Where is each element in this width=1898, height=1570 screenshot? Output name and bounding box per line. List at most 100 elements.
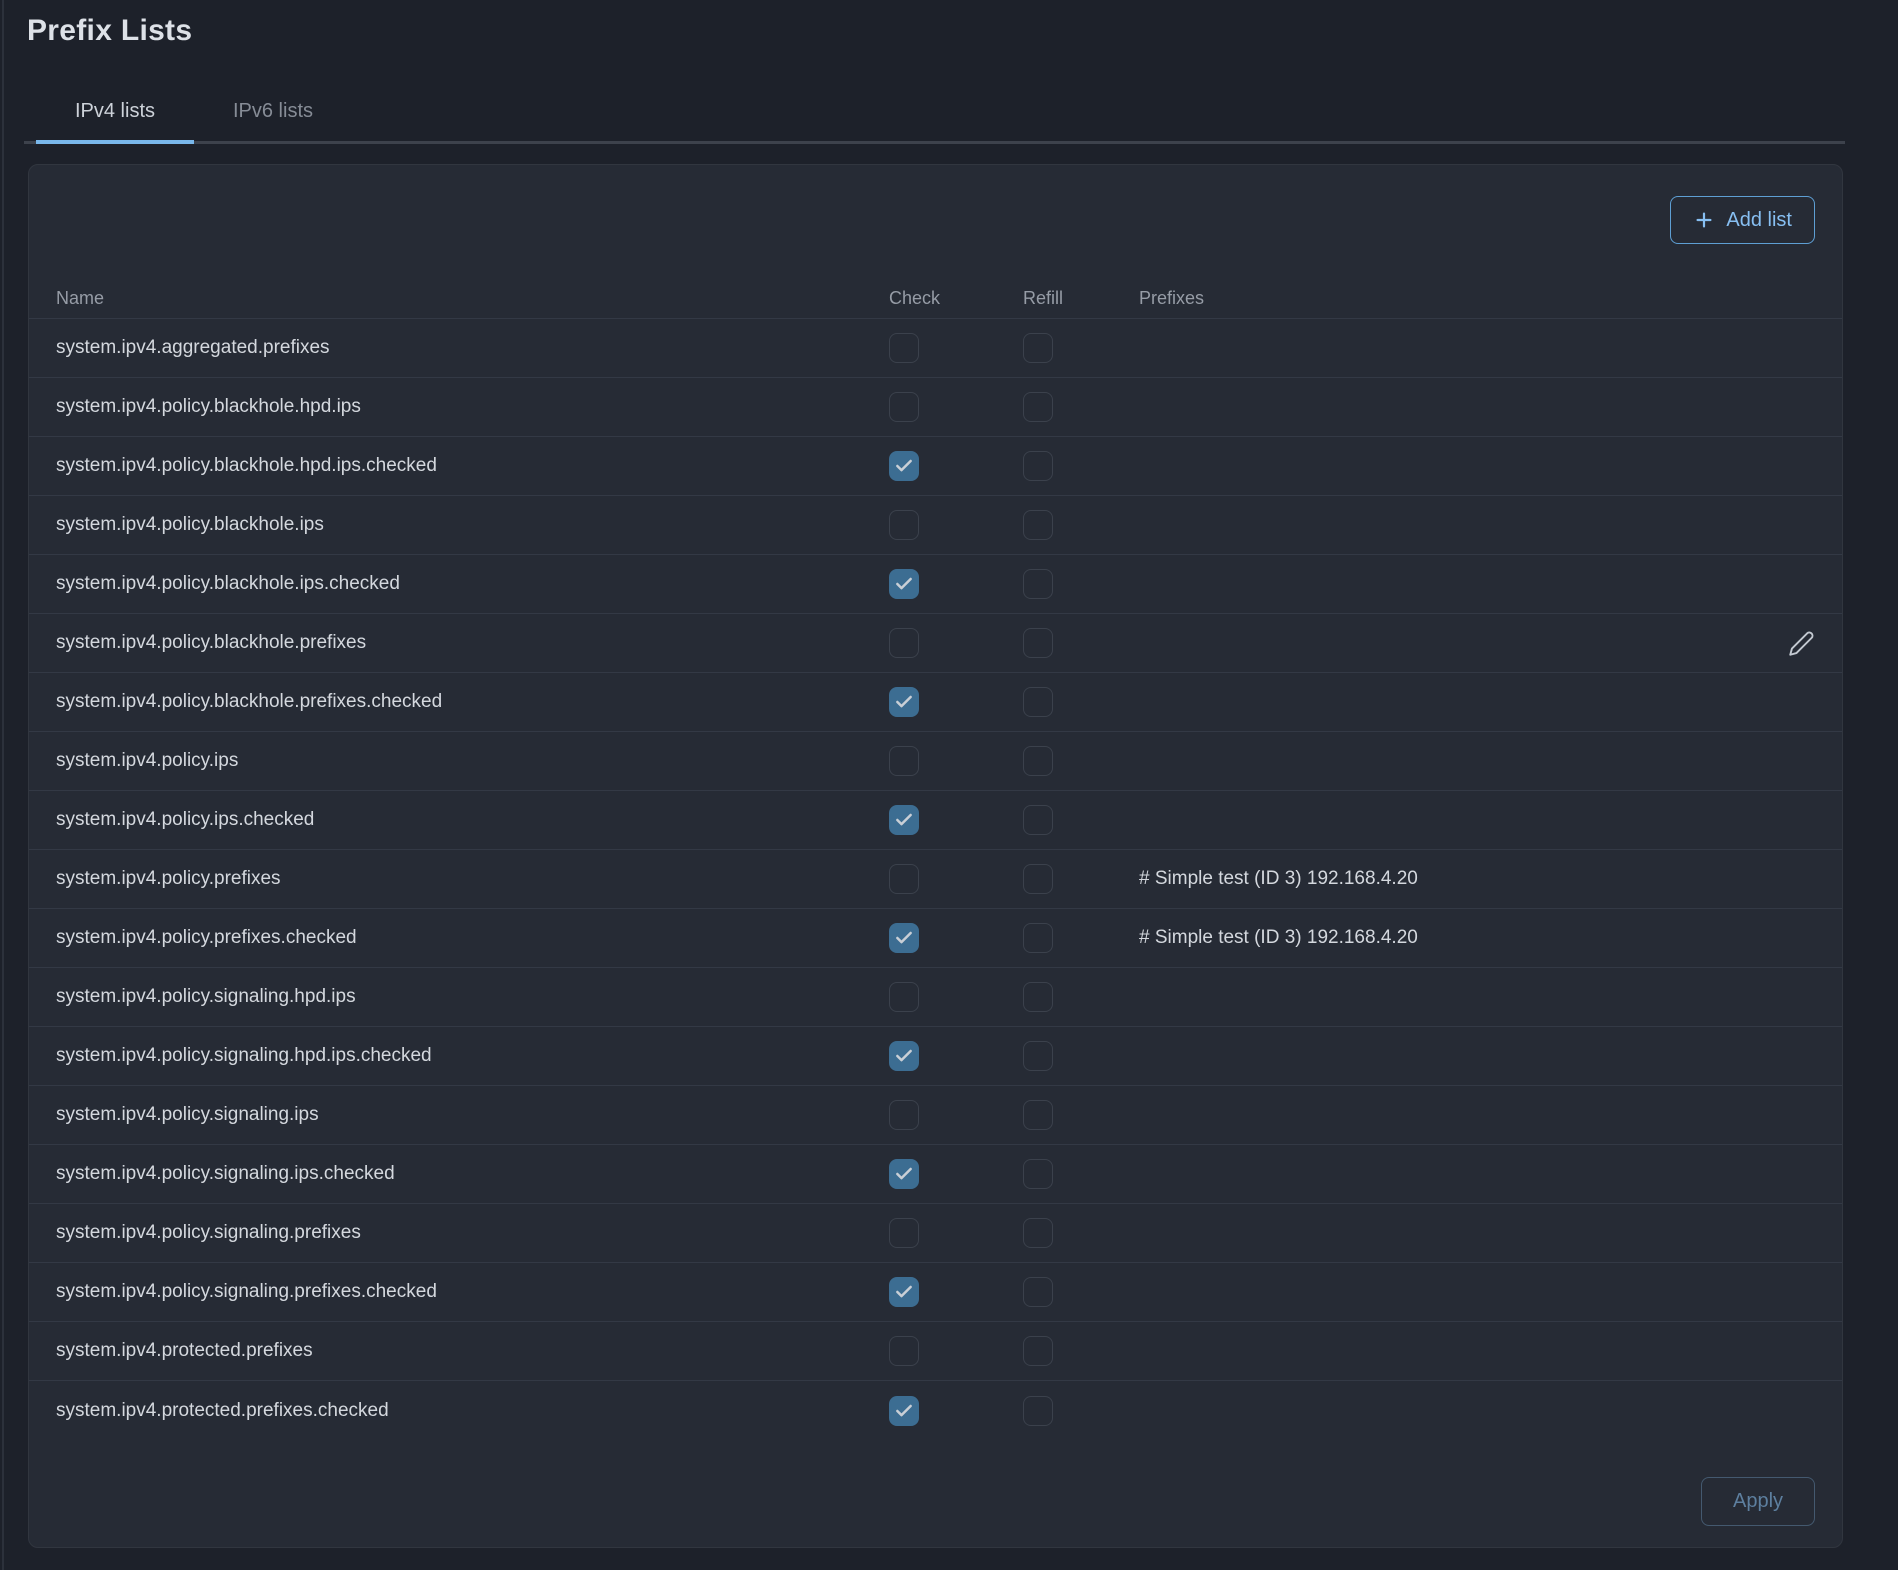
tab-ipv4-lists[interactable]: IPv4 lists — [36, 96, 194, 126]
refill-checkbox[interactable] — [1023, 923, 1053, 953]
check-checkbox[interactable] — [889, 687, 919, 717]
prefix-list-name: system.ipv4.policy.signaling.hpd.ips.che… — [56, 1045, 889, 1067]
table-row: system.ipv4.policy.blackhole.ips.checked — [29, 555, 1842, 614]
prefix-list-name: system.ipv4.policy.signaling.hpd.ips — [56, 986, 889, 1008]
table-row: system.ipv4.protected.prefixes.checked — [29, 1381, 1842, 1440]
refill-checkbox[interactable] — [1023, 687, 1053, 717]
refill-checkbox[interactable] — [1023, 1159, 1053, 1189]
check-checkbox[interactable] — [889, 1041, 919, 1071]
table-row: system.ipv4.policy.blackhole.prefixes — [29, 614, 1842, 673]
prefix-list-name: system.ipv4.policy.signaling.ips.checked — [56, 1163, 889, 1185]
checkmark-icon — [894, 1046, 914, 1066]
add-list-button[interactable]: Add list — [1670, 196, 1815, 244]
checkmark-icon — [894, 1282, 914, 1302]
refill-checkbox[interactable] — [1023, 628, 1053, 658]
check-checkbox[interactable] — [889, 923, 919, 953]
prefix-list-name: system.ipv4.policy.blackhole.ips — [56, 514, 889, 536]
pencil-icon — [1788, 630, 1815, 657]
refill-checkbox[interactable] — [1023, 392, 1053, 422]
check-checkbox[interactable] — [889, 569, 919, 599]
check-checkbox[interactable] — [889, 864, 919, 894]
check-checkbox[interactable] — [889, 1336, 919, 1366]
check-checkbox[interactable] — [889, 1100, 919, 1130]
table-row: system.ipv4.policy.blackhole.hpd.ips.che… — [29, 437, 1842, 496]
refill-checkbox[interactable] — [1023, 982, 1053, 1012]
refill-checkbox[interactable] — [1023, 1277, 1053, 1307]
table-row: system.ipv4.policy.signaling.ips.checked — [29, 1145, 1842, 1204]
check-checkbox[interactable] — [889, 392, 919, 422]
window-left-edge — [2, 0, 4, 1570]
checkmark-icon — [894, 810, 914, 830]
refill-checkbox[interactable] — [1023, 1100, 1053, 1130]
column-header-refill: Refill — [1023, 288, 1139, 309]
table-row: system.ipv4.protected.prefixes — [29, 1322, 1842, 1381]
check-checkbox[interactable] — [889, 1218, 919, 1248]
active-tab-indicator — [36, 140, 194, 144]
table-row: system.ipv4.policy.signaling.hpd.ips.che… — [29, 1027, 1842, 1086]
checkmark-icon — [894, 574, 914, 594]
prefix-list-name: system.ipv4.protected.prefixes — [56, 1340, 889, 1362]
check-checkbox[interactable] — [889, 451, 919, 481]
refill-checkbox[interactable] — [1023, 746, 1053, 776]
prefix-list-name: system.ipv4.policy.signaling.prefixes — [56, 1222, 889, 1244]
check-checkbox[interactable] — [889, 628, 919, 658]
table-row: system.ipv4.policy.blackhole.hpd.ips — [29, 378, 1842, 437]
prefixes-value: # Simple test (ID 3) 192.168.4.20 — [1139, 927, 1755, 949]
prefix-list-name: system.ipv4.policy.signaling.prefixes.ch… — [56, 1281, 889, 1303]
table-row: system.ipv4.policy.ips.checked — [29, 791, 1842, 850]
table-row: system.ipv4.policy.blackhole.prefixes.ch… — [29, 673, 1842, 732]
edit-list-button[interactable] — [1788, 630, 1815, 657]
table-row: system.ipv4.policy.signaling.prefixes.ch… — [29, 1263, 1842, 1322]
refill-checkbox[interactable] — [1023, 864, 1053, 894]
check-checkbox[interactable] — [889, 333, 919, 363]
refill-checkbox[interactable] — [1023, 1396, 1053, 1426]
tab-bar: IPv4 lists IPv6 lists — [36, 96, 352, 126]
table-row: system.ipv4.policy.ips — [29, 732, 1842, 791]
checkmark-icon — [894, 1164, 914, 1184]
prefix-list-name: system.ipv4.policy.prefixes — [56, 868, 889, 890]
table-row: system.ipv4.aggregated.prefixes — [29, 319, 1842, 378]
tab-ipv6-lists[interactable]: IPv6 lists — [194, 96, 352, 126]
checkmark-icon — [894, 692, 914, 712]
refill-checkbox[interactable] — [1023, 1336, 1053, 1366]
checkmark-icon — [894, 456, 914, 476]
table-row: system.ipv4.policy.signaling.ips — [29, 1086, 1842, 1145]
prefix-list-name: system.ipv4.policy.blackhole.prefixes — [56, 632, 889, 654]
prefix-list-name: system.ipv4.policy.signaling.ips — [56, 1104, 889, 1126]
refill-checkbox[interactable] — [1023, 805, 1053, 835]
column-header-check: Check — [889, 288, 1023, 309]
table-row: system.ipv4.policy.prefixes # Simple tes… — [29, 850, 1842, 909]
prefix-list-name: system.ipv4.policy.blackhole.hpd.ips.che… — [56, 455, 889, 477]
prefixes-value: # Simple test (ID 3) 192.168.4.20 — [1139, 868, 1755, 890]
refill-checkbox[interactable] — [1023, 569, 1053, 599]
column-header-name: Name — [56, 288, 889, 309]
check-checkbox[interactable] — [889, 1396, 919, 1426]
refill-checkbox[interactable] — [1023, 1041, 1053, 1071]
table-row: system.ipv4.policy.blackhole.ips — [29, 496, 1842, 555]
check-checkbox[interactable] — [889, 805, 919, 835]
refill-checkbox[interactable] — [1023, 333, 1053, 363]
prefix-list-name: system.ipv4.policy.prefixes.checked — [56, 927, 889, 949]
prefix-list-name: system.ipv4.policy.ips.checked — [56, 809, 889, 831]
refill-checkbox[interactable] — [1023, 451, 1053, 481]
checkmark-icon — [894, 1401, 914, 1421]
table-body: system.ipv4.aggregated.prefixes system.i… — [29, 319, 1842, 1440]
prefix-list-name: system.ipv4.policy.blackhole.hpd.ips — [56, 396, 889, 418]
refill-checkbox[interactable] — [1023, 510, 1053, 540]
check-checkbox[interactable] — [889, 1277, 919, 1307]
checkmark-icon — [894, 928, 914, 948]
table-header: Name Check Refill Prefixes — [29, 278, 1842, 319]
check-checkbox[interactable] — [889, 982, 919, 1012]
add-list-label: Add list — [1726, 209, 1792, 232]
page-title: Prefix Lists — [27, 14, 192, 48]
table-row: system.ipv4.policy.prefixes.checked # Si… — [29, 909, 1842, 968]
table-row: system.ipv4.policy.signaling.prefixes — [29, 1204, 1842, 1263]
check-checkbox[interactable] — [889, 746, 919, 776]
prefix-list-name: system.ipv4.policy.blackhole.ips.checked — [56, 573, 889, 595]
check-checkbox[interactable] — [889, 510, 919, 540]
refill-checkbox[interactable] — [1023, 1218, 1053, 1248]
check-checkbox[interactable] — [889, 1159, 919, 1189]
apply-button[interactable]: Apply — [1701, 1477, 1815, 1526]
prefix-lists-card: Add list Name Check Refill Prefixes syst… — [28, 164, 1843, 1548]
prefix-list-name: system.ipv4.policy.ips — [56, 750, 889, 772]
